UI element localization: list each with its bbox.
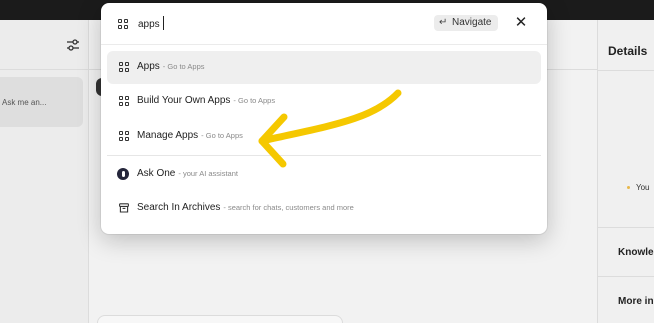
result-label: Apps - Go to Apps	[137, 61, 205, 72]
result-label: Manage Apps - Go to Apps	[137, 130, 243, 141]
ai-assistant-icon	[117, 168, 129, 180]
result-hint: - Go to Apps	[233, 96, 276, 105]
navigate-label: Navigate	[452, 17, 492, 28]
close-icon: ✕	[514, 14, 528, 31]
details-title: Details	[608, 44, 648, 58]
navigate-badge: ↵ Navigate	[434, 15, 499, 31]
result-item-manage-apps[interactable]: Manage Apps - Go to Apps	[107, 120, 541, 153]
result-label: Build Your Own Apps - Go to Apps	[137, 95, 276, 106]
result-item-ask-one[interactable]: Ask One - your AI assistant	[107, 158, 541, 191]
you-label: You	[636, 183, 650, 192]
result-item-apps[interactable]: Apps - Go to Apps	[107, 51, 541, 84]
divider	[598, 70, 654, 71]
details-panel: Details You Knowle More in	[597, 20, 654, 323]
divider	[598, 227, 654, 228]
left-panel-header	[0, 20, 88, 70]
content-card	[97, 315, 343, 323]
more-info-section[interactable]: More in	[618, 296, 654, 307]
result-hint: - your AI assistant	[178, 169, 238, 178]
apps-grid-icon	[119, 96, 129, 106]
enter-key-icon: ↵	[439, 17, 448, 28]
status-dot	[627, 186, 630, 189]
result-label: Search In Archives - search for chats, cu…	[137, 202, 354, 213]
apps-grid-icon	[119, 62, 129, 72]
result-item-search-in-archives[interactable]: Search In Archives - search for chats, cu…	[107, 192, 541, 225]
apps-grid-icon	[119, 131, 129, 141]
result-hint: - Go to Apps	[162, 62, 205, 71]
divider	[598, 276, 654, 277]
filter-icon[interactable]	[66, 38, 80, 52]
divider	[107, 155, 541, 156]
close-button[interactable]: ✕	[513, 15, 529, 31]
text-caret	[163, 16, 164, 30]
search-input[interactable]	[138, 16, 338, 32]
result-hint: - search for chats, customers and more	[223, 203, 354, 212]
apps-grid-icon	[118, 19, 128, 29]
knowledge-section[interactable]: Knowle	[618, 247, 654, 258]
archive-icon	[119, 203, 129, 213]
search-row: ↵ Navigate ✕	[101, 3, 547, 45]
result-label: Ask One - your AI assistant	[137, 168, 238, 179]
result-hint: - Go to Apps	[201, 131, 243, 140]
ask-me-input[interactable]: Ask me an...	[0, 77, 83, 127]
left-panel: Ask me an...	[0, 20, 89, 323]
command-palette: ↵ Navigate ✕ Apps- Go to Apps Build Your…	[101, 3, 547, 234]
result-item-build-your-own-apps[interactable]: Build Your Own Apps - Go to Apps	[107, 85, 541, 118]
